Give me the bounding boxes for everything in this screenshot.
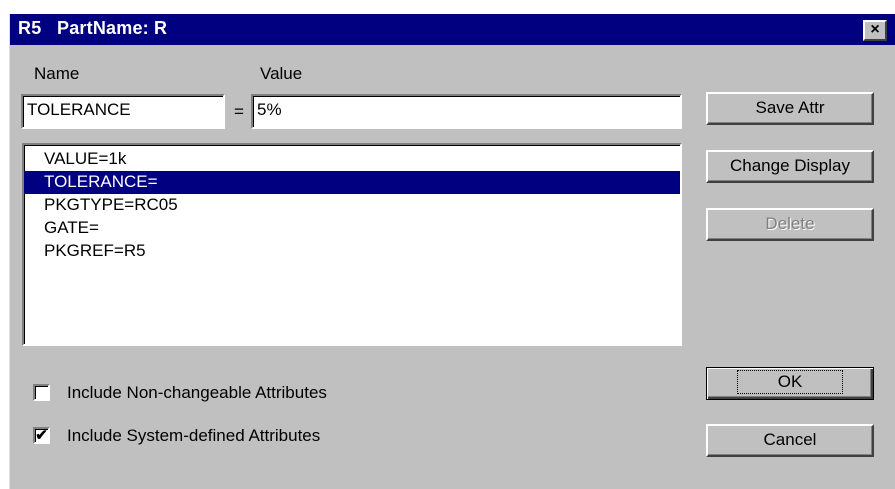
title-bar[interactable]: R5 PartName: R ×: [10, 14, 895, 45]
cancel-button[interactable]: Cancel: [706, 424, 874, 457]
list-item-selected[interactable]: TOLERANCE=: [24, 171, 680, 194]
non-changeable-checkbox[interactable]: [33, 384, 50, 401]
change-display-button[interactable]: Change Display: [706, 150, 874, 183]
attribute-dialog: R5 PartName: R × Name Value TOLERANCE = …: [9, 14, 895, 489]
window-title: R5 PartName: R: [18, 18, 168, 38]
ok-button[interactable]: OK: [706, 367, 874, 400]
list-item[interactable]: PKGTYPE=RC05: [24, 194, 680, 217]
delete-button[interactable]: Delete: [706, 208, 874, 241]
system-defined-checkbox[interactable]: ✔: [33, 427, 50, 444]
non-changeable-label[interactable]: Include Non-changeable Attributes: [67, 383, 327, 403]
system-defined-label[interactable]: Include System-defined Attributes: [67, 426, 320, 446]
list-item[interactable]: VALUE=1k: [24, 148, 680, 171]
close-button[interactable]: ×: [863, 20, 887, 41]
list-item[interactable]: GATE=: [24, 217, 680, 240]
attribute-list[interactable]: VALUE=1k TOLERANCE= PKGTYPE=RC05 GATE= P…: [22, 143, 682, 346]
checkmark-icon: ✔: [35, 427, 48, 444]
equals-sign: =: [234, 102, 244, 121]
list-item[interactable]: PKGREF=R5: [24, 240, 680, 263]
value-field[interactable]: 5%: [251, 94, 682, 129]
close-icon: ×: [870, 21, 880, 38]
name-label: Name: [34, 64, 80, 83]
name-field[interactable]: TOLERANCE: [21, 94, 225, 129]
value-label: Value: [260, 64, 303, 83]
save-attr-button[interactable]: Save Attr: [706, 92, 874, 125]
ok-button-label: OK: [736, 370, 844, 394]
